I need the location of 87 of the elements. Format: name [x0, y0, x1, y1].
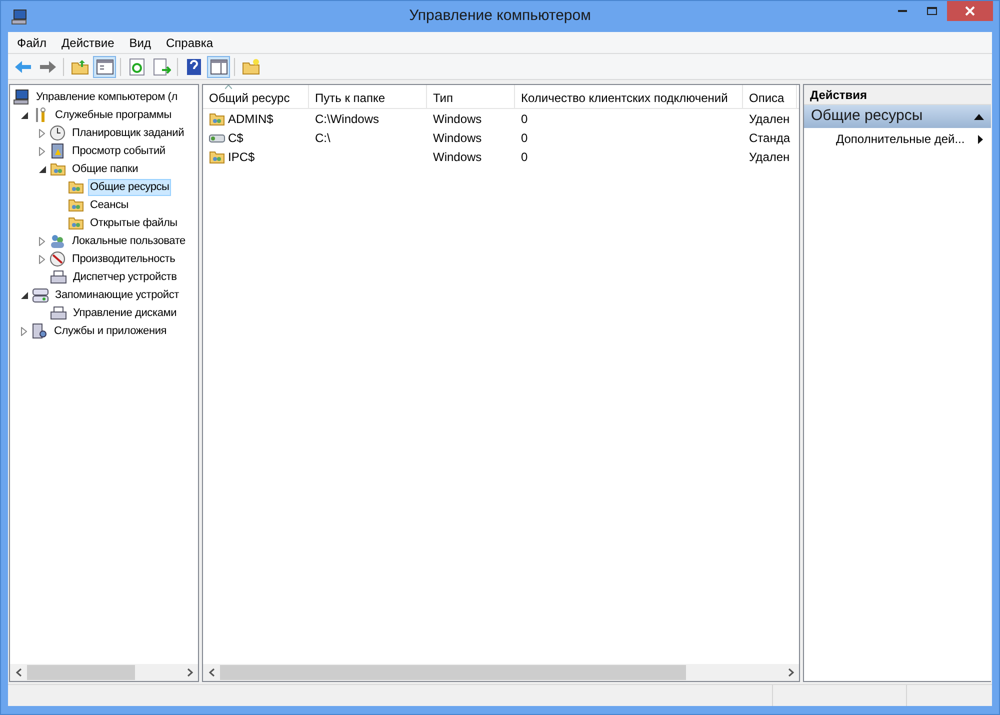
horizontal-scrollbar[interactable] [203, 664, 799, 681]
clock-icon [49, 125, 66, 141]
column-label: Описа [749, 91, 784, 105]
table-cell-text: Удален [749, 110, 790, 128]
tree-item[interactable]: Общие папки [70, 160, 140, 178]
table-cell-text: Windows [433, 148, 482, 166]
tree-item[interactable]: Сеансы [88, 196, 130, 214]
actions-group-header[interactable]: Общие ресурсы [804, 105, 991, 128]
table-cell-text: Windows [433, 130, 482, 146]
menu-item[interactable]: Вид [123, 34, 157, 52]
users-icon [49, 233, 66, 249]
tree-item[interactable]: Запоминающие устройст [53, 286, 181, 304]
column-header[interactable]: Общий ресурс [203, 85, 309, 108]
action-item[interactable]: Дополнительные дей... [804, 128, 991, 150]
collapsed-triangle-icon[interactable] [39, 128, 45, 138]
table-cell-text: 0 [521, 110, 528, 128]
column-label: Количество клиентских подключений [521, 91, 728, 105]
window-title: Управление компьютером [408, 6, 592, 26]
collapsed-triangle-icon[interactable] [39, 254, 45, 264]
export-list-icon [152, 58, 170, 76]
collapsed-triangle-icon[interactable] [39, 236, 45, 246]
shared-folder-icon [209, 112, 225, 126]
table-cell-text: 0 [521, 130, 528, 146]
shared-folder-icon [50, 162, 66, 176]
toolbar-button[interactable] [207, 56, 230, 78]
toolbar-button[interactable] [93, 56, 116, 78]
computer-icon [13, 89, 30, 105]
menu-item[interactable]: Справка [160, 34, 220, 52]
shared-folder-icon [68, 216, 84, 230]
shared-folder-icon [209, 150, 225, 164]
printer-icon [50, 269, 67, 285]
table-cell-text: Станда [749, 130, 790, 146]
log-icon [49, 143, 66, 159]
submenu-arrow-icon [978, 134, 983, 144]
group-title: Общие ресурсы [811, 106, 923, 126]
tree-item[interactable]: Просмотр событий [70, 142, 168, 160]
tree-item[interactable]: Открытые файлы [88, 214, 180, 232]
no-entry-icon [49, 251, 66, 267]
collapsed-triangle-icon[interactable] [39, 146, 45, 156]
tree-item[interactable]: Служебные программы [53, 106, 174, 124]
table-cell-text: Windows [433, 110, 482, 128]
table-cell-text: C:\Windows [315, 110, 380, 128]
column-header[interactable]: Описа [743, 85, 797, 108]
close-icon [965, 6, 975, 16]
expanded-triangle-icon[interactable] [39, 166, 46, 172]
new-share-icon [242, 58, 260, 76]
scroll-thumb[interactable] [220, 665, 686, 680]
menu-item[interactable]: Действие [56, 34, 120, 52]
column-label: Общий ресурс [209, 91, 290, 105]
column-header[interactable]: Путь к папке [309, 85, 427, 108]
column-label: Тип [433, 91, 454, 105]
tree-item[interactable]: Управление дисками [71, 304, 179, 322]
column-header[interactable]: Количество клиентских подключений [515, 85, 743, 108]
table-cell-text: IPC$ [228, 148, 255, 166]
expanded-triangle-icon[interactable] [21, 112, 28, 118]
scroll-thumb[interactable] [27, 665, 135, 680]
shared-folder-icon [68, 180, 84, 194]
expanded-triangle-icon[interactable] [21, 292, 28, 298]
table-cell-text: Удален [749, 148, 790, 166]
table-cell-text: C:\ [315, 130, 330, 146]
collapse-triangle-icon[interactable] [974, 114, 984, 120]
column-label: Путь к папке [315, 91, 386, 105]
close-button[interactable] [947, 1, 993, 21]
table-cell-text: 0 [521, 148, 528, 166]
table-cell-text: C$ [228, 130, 244, 146]
menu-item[interactable]: Файл [11, 34, 53, 52]
horizontal-scrollbar[interactable] [10, 664, 198, 681]
shared-folder-icon [68, 198, 84, 212]
actions-header: Действия [804, 85, 991, 105]
printer-icon [50, 305, 67, 321]
tree-item[interactable]: Службы и приложения [52, 322, 169, 340]
column-header[interactable]: Тип [427, 85, 515, 108]
tree-item[interactable]: Локальные пользовате [70, 232, 188, 250]
table-cell-text: ADMIN$ [228, 110, 274, 128]
help-icon [184, 58, 202, 76]
tree-pane-icon [96, 58, 114, 76]
tree-item[interactable]: Диспетчер устройств [71, 268, 179, 286]
tree-item[interactable]: Управление компьютером (л [34, 88, 180, 106]
collapsed-triangle-icon[interactable] [21, 326, 27, 336]
storage-icon [32, 287, 49, 303]
action-pane-icon [210, 58, 228, 76]
folder-up-icon [70, 58, 88, 76]
refresh-icon [128, 58, 146, 76]
tree-item[interactable]: Общие ресурсы [88, 178, 172, 196]
tree-item[interactable]: Планировщик заданий [70, 124, 186, 142]
computer-icon [11, 8, 28, 24]
tree-item[interactable]: Производительность [70, 250, 178, 268]
